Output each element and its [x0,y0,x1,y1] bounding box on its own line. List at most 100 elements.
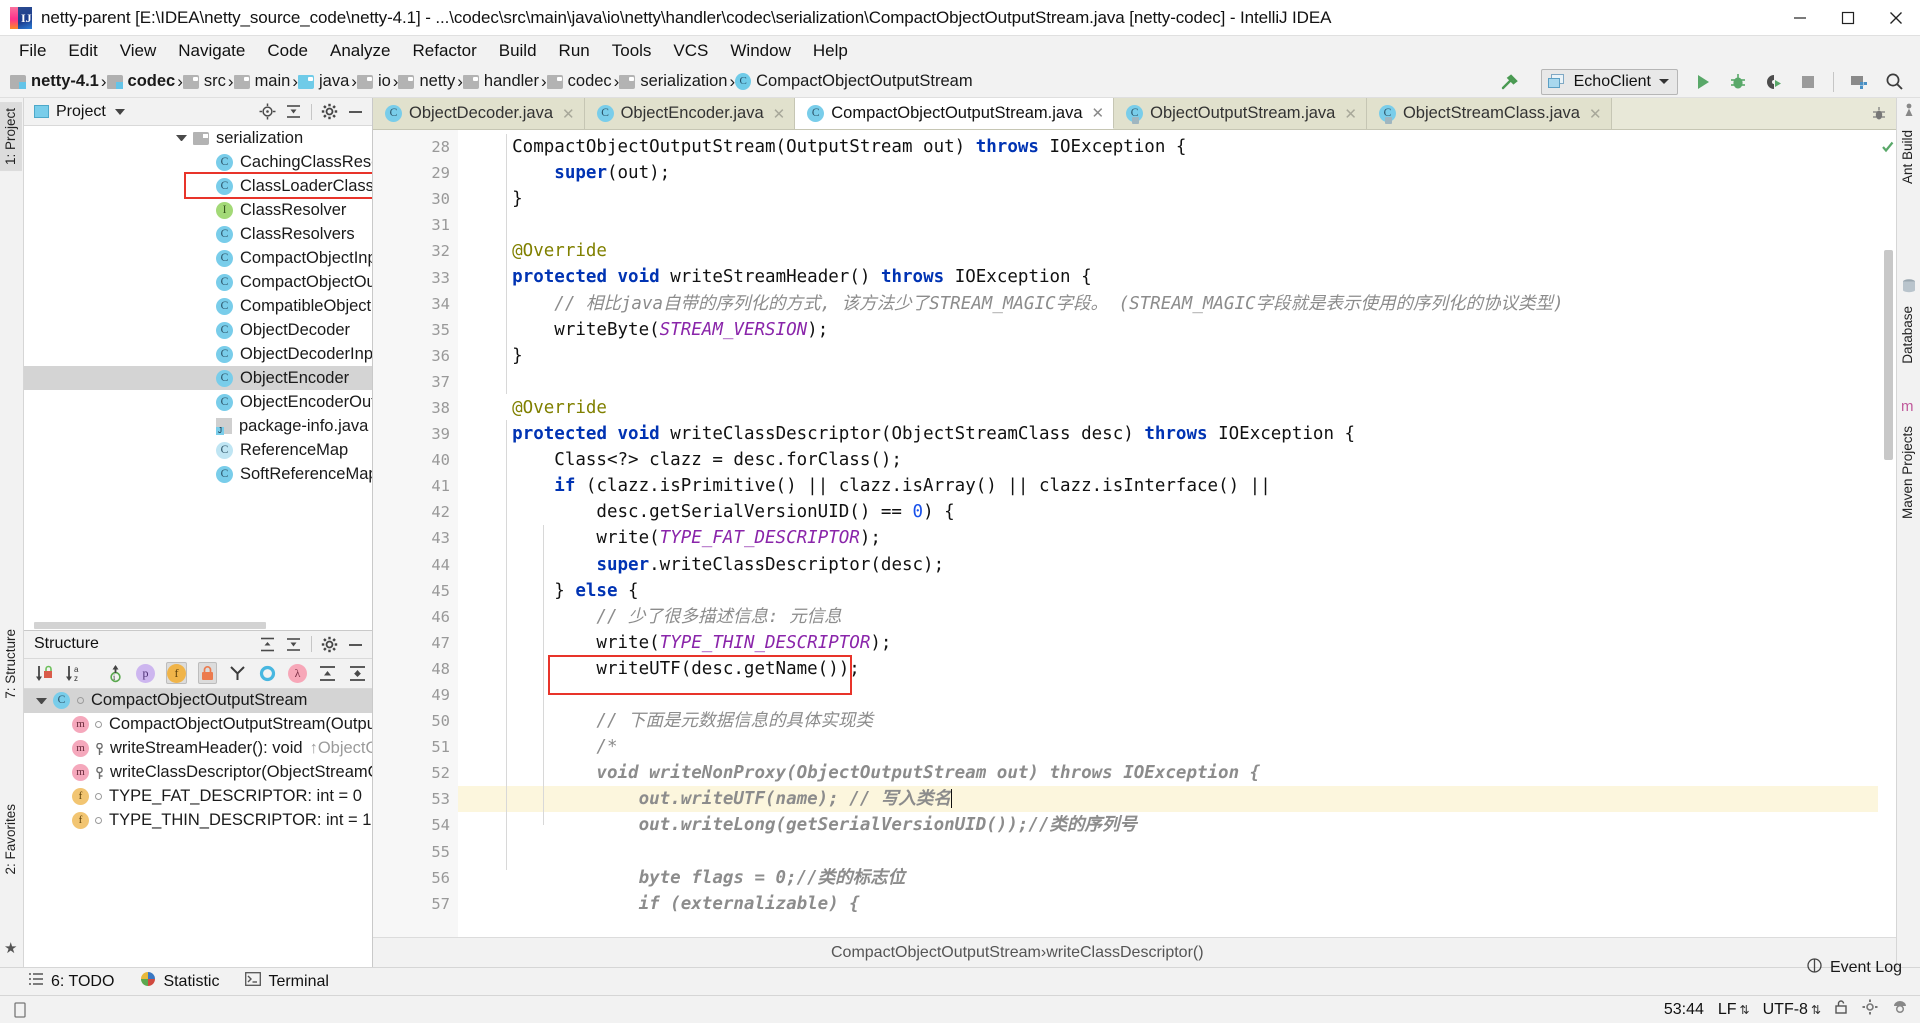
close-icon[interactable]: ✕ [1589,105,1602,123]
breadcrumb-item-io[interactable]: io [356,72,393,91]
collapse-all-icon[interactable] [285,103,302,120]
gutter-line-number[interactable]: 38 [373,395,458,421]
inspections-icon[interactable] [1862,999,1878,1020]
caret-position[interactable]: 53:44 [1664,1001,1704,1019]
code-line[interactable]: super.writeClassDescriptor(desc); [458,552,1878,578]
line-separator[interactable]: LF [1718,1001,1737,1019]
structure-tree-item[interactable]: m writeStreamHeader(): void ↑ObjectOutpu [24,737,372,761]
project-tree-item[interactable]: C CompatibleObjectEnc [24,294,372,318]
code-line[interactable]: byte flags = 0;//类的标志位 [458,865,1878,891]
run-configuration-selector[interactable]: EchoClient [1540,68,1678,95]
build-hammer-icon[interactable] [1494,68,1526,96]
code-line[interactable]: out.writeLong(getSerialVersionUID());//类… [458,812,1878,838]
breadcrumb-item-codec[interactable]: codec [106,72,178,91]
sidebar-item-project[interactable]: 1: Project [0,102,22,172]
search-everywhere-icon[interactable] [1878,68,1910,96]
sidebar-item-database[interactable]: Database [1896,300,1919,370]
hide-icon[interactable] [347,103,364,120]
gutter-line-number[interactable]: 29 [373,160,458,186]
code-line[interactable]: if (clazz.isPrimitive() || clazz.isArray… [458,473,1878,499]
stop-icon[interactable] [1792,68,1824,96]
code-content[interactable]: CompactObjectOutputStream(OutputStream o… [458,130,1878,937]
gutter-line-number[interactable]: 40 [373,447,458,473]
breadcrumb-method[interactable]: writeClassDescriptor() [1046,944,1203,962]
menu-item-tools[interactable]: Tools [601,38,663,64]
menu-item-analyze[interactable]: Analyze [319,38,401,64]
code-line[interactable]: write(TYPE_FAT_DESCRIPTOR); [458,525,1878,551]
sidebar-item-favorites[interactable]: 2: Favorites [0,798,22,881]
menu-item-refactor[interactable]: Refactor [401,38,487,64]
tool-window-button-terminal[interactable]: Terminal [245,972,329,991]
project-tree-hscrollbar[interactable] [24,620,372,630]
structure-tree-item[interactable]: m CompactObjectOutputStream(OutputStr [24,713,372,737]
editor-scrollbar-thumb[interactable] [1884,250,1893,460]
code-line[interactable]: writeUTF(desc.getName()); [458,656,1878,682]
ant-build-icon[interactable] [1862,98,1896,129]
structure-tree[interactable]: C CompactObjectOutputStream m CompactObject… [24,688,372,967]
code-line[interactable]: void writeNonProxy(ObjectOutputStream ou… [458,760,1878,786]
gutter-line-number[interactable]: 56 [373,865,458,891]
settings-gear-icon[interactable] [321,103,338,120]
breadcrumb-item-src[interactable]: src [182,72,228,91]
menu-item-build[interactable]: Build [488,38,548,64]
project-structure-icon[interactable] [1843,68,1875,96]
gutter-line-number[interactable]: 32 [373,238,458,264]
editor-tab[interactable]: C ObjectOutputStream.java ✕ [1114,98,1367,129]
project-tree-item[interactable]: C ObjectEncoderOutput [24,390,372,414]
hide-icon[interactable] [347,636,364,653]
debug-icon[interactable] [1722,68,1754,96]
gutter-line-number[interactable]: 31 [373,212,458,238]
event-log-button[interactable]: Event Log [1807,958,1902,978]
sidebar-item-ant-build[interactable]: Ant Build [1896,124,1919,190]
expand-all-icon[interactable] [318,662,337,684]
gutter-line-number[interactable]: 54 [373,812,458,838]
menu-item-vcs[interactable]: VCS [662,38,719,64]
project-tree-item[interactable]: C ReferenceMap [24,438,372,462]
menu-item-window[interactable]: Window [719,38,801,64]
collapse-all-icon[interactable] [285,636,302,653]
code-line[interactable]: // 少了很多描述信息: 元信息 [458,604,1878,630]
project-tree-item[interactable]: serialization [24,126,372,150]
menu-item-code[interactable]: Code [256,38,319,64]
show-non-public-icon[interactable] [198,662,217,684]
editor-gutter[interactable]: 28 29 30 31 32 33 34 35 36 37 38 39 40 41 42 43 44 45 46 47… [373,130,486,937]
close-icon[interactable]: ✕ [1092,104,1105,122]
breadcrumb-item-netty[interactable]: netty [398,72,457,91]
hector-icon[interactable] [1892,999,1908,1020]
close-icon[interactable]: ✕ [562,105,575,123]
sort-alphabetically-icon[interactable]: az [65,662,84,684]
tool-window-button-statistic[interactable]: Statistic [140,971,219,992]
gutter-line-number[interactable]: 55 [373,839,458,865]
gutter-line-number[interactable]: 43 [373,525,458,551]
code-line[interactable]: Class<?> clazz = desc.forClass(); [458,447,1878,473]
gutter-line-number[interactable]: 52 [373,760,458,786]
breadcrumb-item-compactobjectoutputstream[interactable]: C CompactObjectOutputStream [735,72,974,91]
chevron-down-icon[interactable] [114,108,125,115]
show-lambdas-icon[interactable]: λ [288,662,307,684]
gutter-line-number[interactable]: 30 [373,186,486,212]
editor-tab[interactable]: C ObjectDecoder.java ✕ [373,98,585,129]
gutter-line-number[interactable]: 39 [373,421,486,447]
breadcrumb-item-serialization[interactable]: serialization [619,72,729,91]
expand-all-icon[interactable] [259,636,276,653]
run-icon[interactable] [1687,68,1719,96]
code-line[interactable]: super(out); [458,160,1878,186]
code-line[interactable]: write(TYPE_THIN_DESCRIPTOR); [458,630,1878,656]
gutter-line-number[interactable]: 41 [373,473,458,499]
lock-icon[interactable] [1834,999,1848,1020]
project-tree-item[interactable]: C CompactObjectInputS [24,246,372,270]
menu-item-navigate[interactable]: Navigate [167,38,256,64]
gutter-line-number[interactable]: 33 [373,264,486,290]
close-button[interactable] [1872,0,1920,36]
editor-marker-bar[interactable] [1878,130,1896,937]
gutter-line-number[interactable]: 36 [373,343,486,369]
project-tree[interactable]: serialization C CachingClassResolver C Class… [24,126,372,621]
breadcrumb-item-netty-4-1[interactable]: netty-4.1 [10,72,101,91]
gutter-line-number[interactable]: 51 [373,734,458,760]
structure-tree-item[interactable]: f TYPE_THIN_DESCRIPTOR: int = 1 [24,809,372,833]
project-tree-item[interactable]: C ClassResolvers [24,222,372,246]
code-line[interactable]: writeByte(STREAM_VERSION); [458,317,1878,343]
code-line[interactable]: desc.getSerialVersionUID() == 0) { [458,499,1878,525]
project-tree-item[interactable]: C ObjectDecoderInputSt [24,342,372,366]
project-tree-item[interactable]: C ClassLoaderClassResol [24,174,372,198]
